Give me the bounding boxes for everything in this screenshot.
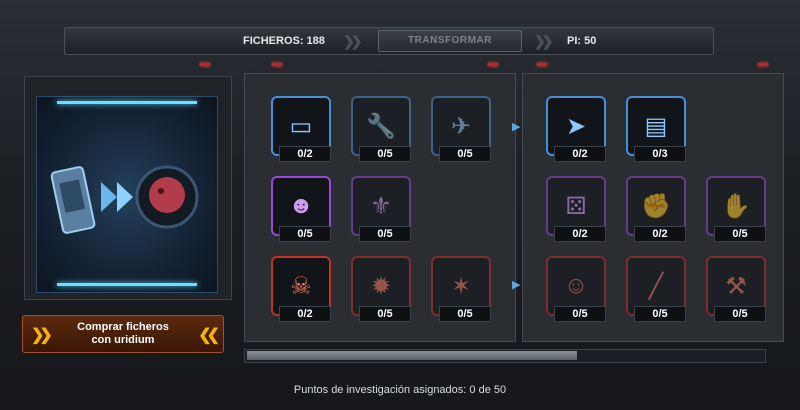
scrollbar-thumb[interactable] <box>247 351 577 360</box>
status-led <box>537 63 547 66</box>
chevron-right-icon: ❯❯ <box>31 327 53 344</box>
skill-level-count: 0/2 <box>554 146 606 162</box>
skill-slot[interactable]: ⚄ 0/2 <box>546 176 612 242</box>
status-led <box>758 63 768 66</box>
skill-level-count: 0/3 <box>634 146 686 162</box>
skill-slot[interactable]: ✶ 0/5 <box>431 256 497 322</box>
horizontal-scrollbar[interactable] <box>244 349 766 363</box>
skill-level-count: 0/2 <box>634 226 686 242</box>
chevron-right-icon: ❯❯ <box>534 33 554 49</box>
skill-level-count: 0/5 <box>634 306 686 322</box>
skill-level-count: 0/5 <box>359 146 411 162</box>
skill-slot[interactable]: ☺ 0/5 <box>546 256 612 322</box>
buy-button-line1: Comprar ficheros <box>77 321 169 333</box>
skill-level-count: 0/5 <box>554 306 606 322</box>
skill-level-count: 0/5 <box>439 146 491 162</box>
arrow-right-icon: ▶ <box>512 121 521 133</box>
skill-slot[interactable]: ✹ 0/5 <box>351 256 417 322</box>
skill-level-count: 0/2 <box>279 306 331 322</box>
research-points: PI: 50 <box>567 35 597 47</box>
skill-level-count: 0/5 <box>714 306 766 322</box>
skill-slot[interactable]: ✊ 0/2 <box>626 176 692 242</box>
skill-slot[interactable]: ╱ 0/5 <box>626 256 692 322</box>
status-led <box>200 63 210 66</box>
skill-slot[interactable]: ➤ 0/2 <box>546 96 612 162</box>
status-led <box>488 63 498 66</box>
chevron-left-icon: ❮❮ <box>198 327 220 344</box>
skill-slot[interactable]: ☠ 0/2 <box>271 256 337 322</box>
buy-button-line2: con uridium <box>91 334 155 346</box>
skill-slot[interactable]: 🔧 0/5 <box>351 96 417 162</box>
files-count: FICHEROS: 188 <box>243 35 325 47</box>
energy-glow <box>57 101 197 104</box>
skill-level-count: 0/5 <box>714 226 766 242</box>
skill-slot[interactable]: ⚒ 0/5 <box>706 256 772 322</box>
skill-level-count: 0/5 <box>279 226 331 242</box>
skill-level-count: 0/2 <box>279 146 331 162</box>
chevron-right-icon: ❯❯ <box>343 33 363 49</box>
skill-slot[interactable]: ▭ 0/2 <box>271 96 337 162</box>
file-conversion-display <box>36 96 218 293</box>
skill-level-count: 0/5 <box>359 306 411 322</box>
skill-slot[interactable]: ☻ 0/5 <box>271 176 337 242</box>
skill-level-count: 0/5 <box>359 226 411 242</box>
assigned-points-status: Puntos de investigación asignados: 0 de … <box>293 384 507 396</box>
skill-slot[interactable]: ⚜ 0/5 <box>351 176 417 242</box>
skill-slot[interactable]: ▤ 0/3 <box>626 96 692 162</box>
file-to-research-icon <box>50 165 199 234</box>
skill-slot[interactable]: ✈ 0/5 <box>431 96 497 162</box>
status-led <box>272 63 282 66</box>
buy-files-button[interactable]: ❯❯ Comprar ficheros con uridium ❮❮ <box>22 315 224 353</box>
arrow-right-icon: ▶ <box>512 279 521 291</box>
skill-level-count: 0/2 <box>554 226 606 242</box>
transform-button[interactable]: TRANSFORMAR <box>378 30 522 52</box>
skill-slot[interactable]: ✋ 0/5 <box>706 176 772 242</box>
skill-level-count: 0/5 <box>439 306 491 322</box>
energy-glow <box>57 283 197 286</box>
